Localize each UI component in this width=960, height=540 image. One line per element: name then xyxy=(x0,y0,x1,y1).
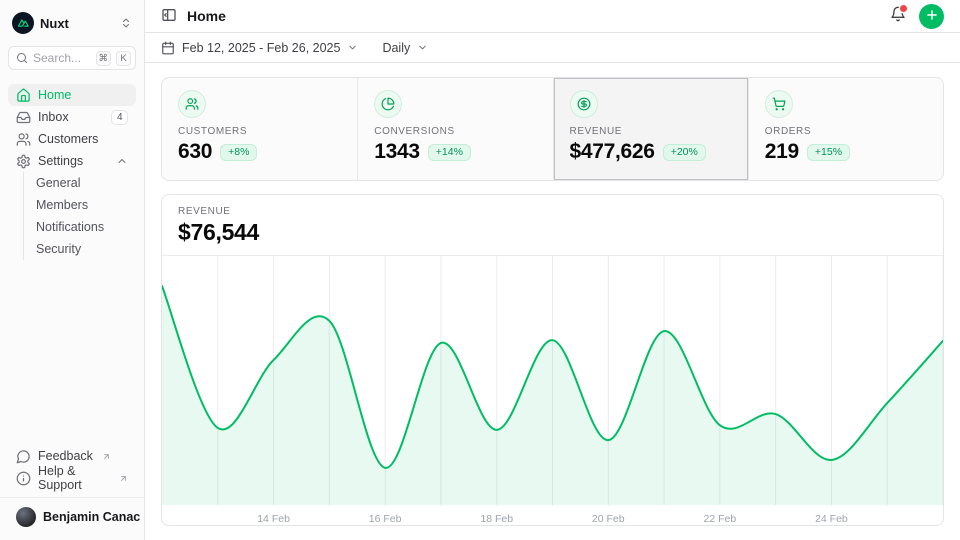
sidebar-user-section: Benjamin Canac xyxy=(0,497,144,532)
sidebar-item-label: Customers xyxy=(38,132,98,146)
page-title: Home xyxy=(187,8,226,24)
cart-icon xyxy=(765,90,793,118)
x-axis-tick-label: 24 Feb xyxy=(815,513,848,525)
add-button[interactable] xyxy=(919,4,944,29)
sidebar-nav: Home Inbox 4 Customers Settings xyxy=(8,84,136,260)
date-range-value: Feb 12, 2025 - Feb 26, 2025 xyxy=(182,41,340,55)
dashboard-app: Nuxt Search... ⌘ K Home xyxy=(0,0,960,540)
search-icon xyxy=(16,52,28,64)
x-axis-tick-label: 16 Feb xyxy=(369,513,402,525)
chart-metric-value: $76,544 xyxy=(178,219,927,246)
stat-delta-badge: +15% xyxy=(807,144,850,161)
chart-header: REVENUE $76,544 xyxy=(162,195,943,256)
notifications-button[interactable] xyxy=(890,6,906,27)
user-menu-button[interactable]: Benjamin Canac xyxy=(8,505,136,529)
external-link-icon xyxy=(102,452,111,461)
x-axis-tick-label: 22 Feb xyxy=(704,513,737,525)
house-icon xyxy=(16,88,31,103)
stat-card-orders[interactable]: ORDERS 219 +15% xyxy=(748,78,943,180)
pie-chart-icon xyxy=(374,90,402,118)
users-icon xyxy=(16,132,31,147)
stat-value: 1343 xyxy=(374,140,420,164)
inbox-count-badge: 4 xyxy=(111,110,128,125)
stat-label: CUSTOMERS xyxy=(178,126,341,137)
sidebar-item-general[interactable]: General xyxy=(24,172,136,194)
x-axis-tick-label: 14 Feb xyxy=(257,513,290,525)
sidebar-item-label: Feedback xyxy=(38,449,93,463)
filter-toolbar: Feb 12, 2025 - Feb 26, 2025 Daily xyxy=(145,33,960,63)
nuxt-logo-icon xyxy=(12,12,34,34)
sidebar-item-notifications[interactable]: Notifications xyxy=(24,216,136,238)
sidebar-item-label: Settings xyxy=(38,154,83,168)
chevron-down-icon xyxy=(417,42,428,53)
notification-dot xyxy=(900,5,907,12)
users-icon xyxy=(178,90,206,118)
topbar-actions xyxy=(890,4,944,29)
search-placeholder: Search... xyxy=(33,51,91,65)
settings-children: General Members Notifications Security xyxy=(23,172,136,260)
sidebar-item-label: Inbox xyxy=(38,110,69,124)
search-input[interactable]: Search... ⌘ K xyxy=(8,46,136,70)
sidebar-item-members[interactable]: Members xyxy=(24,194,136,216)
panel-left-close-icon xyxy=(161,7,177,26)
plus-icon xyxy=(925,8,939,25)
stat-delta-badge: +20% xyxy=(663,144,706,161)
stat-card-customers[interactable]: CUSTOMERS 630 +8% xyxy=(162,78,357,180)
main-area: Home Feb 12, 2 xyxy=(145,0,960,540)
external-link-icon xyxy=(119,474,128,483)
user-name: Benjamin Canac xyxy=(43,510,140,524)
topbar: Home xyxy=(145,0,960,33)
message-circle-icon xyxy=(16,449,31,464)
kbd-meta: ⌘ xyxy=(96,51,112,66)
stat-card-conversions[interactable]: CONVERSIONS 1343 +14% xyxy=(357,78,552,180)
revenue-area-chart[interactable]: 14 Feb 16 Feb 18 Feb 20 Feb 22 Feb 24 Feb xyxy=(162,256,943,526)
workspace-name: Nuxt xyxy=(40,16,114,31)
inbox-icon xyxy=(16,110,31,125)
sidebar-item-help-support[interactable]: Help & Support xyxy=(8,467,136,489)
stats-row: CUSTOMERS 630 +8% CONVERSIONS 1343 +14% xyxy=(161,77,944,181)
chevron-down-icon xyxy=(347,42,358,53)
sidebar-item-security[interactable]: Security xyxy=(24,238,136,260)
calendar-icon xyxy=(161,41,175,55)
stat-value: 630 xyxy=(178,140,212,164)
period-select[interactable]: Daily xyxy=(382,41,428,55)
stat-value: 219 xyxy=(765,140,799,164)
sidebar-item-settings[interactable]: Settings xyxy=(8,150,136,172)
stat-delta-badge: +8% xyxy=(220,144,257,161)
chart-metric-label: REVENUE xyxy=(178,206,927,217)
user-avatar xyxy=(16,507,36,527)
stat-card-revenue[interactable]: REVENUE $477,626 +20% xyxy=(553,78,748,180)
gear-icon xyxy=(16,154,31,169)
stat-label: ORDERS xyxy=(765,126,927,137)
info-circle-icon xyxy=(16,471,31,486)
stat-label: CONVERSIONS xyxy=(374,126,536,137)
stat-label: REVENUE xyxy=(570,126,732,137)
period-value: Daily xyxy=(382,41,410,55)
stat-delta-badge: +14% xyxy=(428,144,471,161)
sidebar-item-label: Home xyxy=(38,88,71,102)
sidebar-item-customers[interactable]: Customers xyxy=(8,128,136,150)
x-axis-tick-label: 18 Feb xyxy=(480,513,513,525)
sidebar: Nuxt Search... ⌘ K Home xyxy=(0,0,145,540)
sidebar-item-home[interactable]: Home xyxy=(8,84,136,106)
chevrons-up-down-icon xyxy=(120,17,132,29)
sidebar-item-inbox[interactable]: Inbox 4 xyxy=(8,106,136,128)
stat-value: $477,626 xyxy=(570,140,655,164)
sidebar-item-label: Help & Support xyxy=(38,464,110,492)
date-range-picker[interactable]: Feb 12, 2025 - Feb 26, 2025 xyxy=(161,41,358,55)
content: CUSTOMERS 630 +8% CONVERSIONS 1343 +14% xyxy=(145,63,960,540)
dollar-circle-icon xyxy=(570,90,598,118)
x-axis-tick-label: 20 Feb xyxy=(592,513,625,525)
revenue-chart-card: REVENUE $76,544 14 Feb 16 Feb 18 Feb 20 Feb… xyxy=(161,194,944,526)
collapse-sidebar-button[interactable] xyxy=(161,7,177,26)
chevron-up-icon xyxy=(116,155,128,167)
workspace-switcher[interactable]: Nuxt xyxy=(8,8,136,46)
kbd-key: K xyxy=(116,51,131,66)
sidebar-spacer xyxy=(8,260,136,445)
